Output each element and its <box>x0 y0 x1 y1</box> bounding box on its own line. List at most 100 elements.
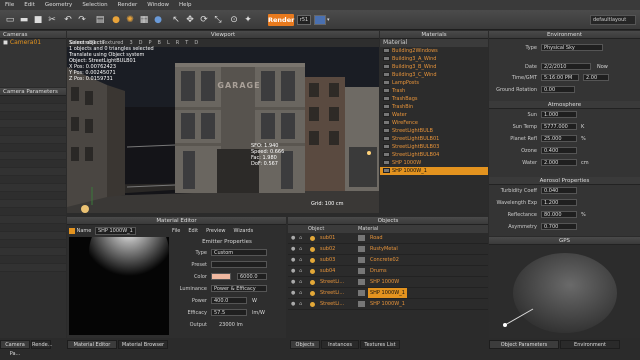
menu-help[interactable]: Help <box>174 2 197 8</box>
object-material[interactable]: Road <box>368 233 385 243</box>
display-icon[interactable] <box>314 15 326 25</box>
material-item[interactable]: TrashBags <box>380 95 488 103</box>
object-material[interactable]: Drums <box>368 266 389 276</box>
object-material[interactable]: SHP 1000W <box>368 277 401 287</box>
menu-geometry[interactable]: Geometry <box>40 2 77 8</box>
material-item[interactable]: StreetLightBULB04 <box>380 151 488 159</box>
menu-render[interactable]: Render <box>113 2 143 8</box>
luminance-select[interactable]: Power & Efficacy <box>211 285 267 292</box>
planet-field[interactable]: 25.000 <box>541 135 577 142</box>
material-item[interactable]: SHP 1000W <box>380 159 488 167</box>
visibility-icon[interactable]: ● <box>291 288 295 298</box>
preset-select[interactable] <box>211 261 267 268</box>
lock-icon[interactable]: ⌂ <box>299 299 302 309</box>
menu-file[interactable]: File <box>0 2 19 8</box>
power-field[interactable]: 400.0 <box>211 297 247 304</box>
object-row[interactable]: ● ⌂ sub03 Concrete02 <box>288 255 488 266</box>
layout-select[interactable]: defaultlayout <box>590 15 636 25</box>
color-swatch[interactable] <box>211 273 231 280</box>
bottom-tab[interactable]: Object Parameters <box>489 340 559 349</box>
editor-menu-wizards[interactable]: Wizards <box>234 227 254 235</box>
ozone-field[interactable]: 0.400 <box>541 147 577 154</box>
lock-icon[interactable]: ⌂ <box>299 244 302 254</box>
material-item[interactable]: Building3_C_Wind <box>380 71 488 79</box>
sun-field[interactable]: 1.000 <box>541 111 577 118</box>
menu-edit[interactable]: Edit <box>19 2 40 8</box>
bottom-tab[interactable]: Instances <box>321 340 359 349</box>
viewport-panel[interactable]: Viewport Camera01 Textured 3 D P B L R T D <box>67 31 379 213</box>
editor-menu-file[interactable]: File <box>172 227 180 235</box>
lock-icon[interactable]: ⌂ <box>299 266 302 276</box>
visibility-icon[interactable]: ● <box>291 299 295 309</box>
lock-icon[interactable]: ⌂ <box>299 233 302 243</box>
material-item[interactable]: LampPosts <box>380 79 488 87</box>
gmt-field[interactable]: 2.00 <box>583 74 609 81</box>
material-item[interactable]: TrashBin <box>380 103 488 111</box>
lock-icon[interactable]: ⌂ <box>299 288 302 298</box>
bottom-tab[interactable]: Environment <box>560 340 620 349</box>
bottom-tab[interactable]: Rende... <box>31 340 53 349</box>
material-item[interactable]: Building3_A_Wind <box>380 55 488 63</box>
visibility-icon[interactable]: ● <box>291 233 295 243</box>
environment-icon[interactable]: ● <box>152 14 164 26</box>
material-item[interactable]: WireFence <box>380 119 488 127</box>
object-material[interactable]: Concrete02 <box>368 255 401 265</box>
material-item[interactable]: Building2Windows <box>380 47 488 55</box>
resolution-button[interactable]: r51 <box>297 15 311 25</box>
open-folder-icon[interactable]: ▬ <box>18 14 30 26</box>
chevron-down-icon[interactable]: ▾ <box>327 15 333 25</box>
object-material[interactable]: RustyMetal <box>368 244 400 254</box>
bottom-tab[interactable]: Material Browser <box>118 340 168 349</box>
time-field[interactable]: 5:16:00 PM <box>541 74 579 81</box>
date-field[interactable]: 2/2/2010 <box>541 63 591 70</box>
menu-selection[interactable]: Selection <box>77 2 112 8</box>
select-icon[interactable]: ↖ <box>170 14 182 26</box>
visibility-icon[interactable]: ● <box>291 244 295 254</box>
emitter-type-select[interactable]: Custom <box>211 249 267 256</box>
water-field[interactable]: 2.000 <box>541 159 577 166</box>
pick-icon[interactable]: ✦ <box>242 14 254 26</box>
object-row[interactable]: ● ⌂ sub02 RustyMetal <box>288 244 488 255</box>
cut-icon[interactable]: ✂ <box>46 14 58 26</box>
editor-menu-edit[interactable]: Edit <box>188 227 198 235</box>
scale-icon[interactable]: ⤡ <box>212 14 224 26</box>
object-row[interactable]: ● ⌂ StreetLi... SHP 1000W_1 <box>288 299 488 310</box>
wavelength-field[interactable]: 1.200 <box>541 199 577 206</box>
efficacy-field[interactable]: 57.5 <box>211 309 247 316</box>
material-item[interactable]: Water <box>380 111 488 119</box>
asym-field[interactable]: 0.700 <box>541 223 577 230</box>
material-item[interactable]: StreetLightBULB01 <box>380 135 488 143</box>
light-icon[interactable]: ✺ <box>124 14 136 26</box>
material-item[interactable]: Building3_B_Wind <box>380 63 488 71</box>
material-name-field[interactable]: SHP 1000W_1 <box>94 227 136 235</box>
save-icon[interactable]: ■ <box>32 14 44 26</box>
new-file-icon[interactable]: ▭ <box>4 14 16 26</box>
turbidity-field[interactable]: 0.040 <box>541 187 577 194</box>
import-icon[interactable]: ▤ <box>94 14 106 26</box>
material-item[interactable]: SHP 1000W_1 <box>380 167 488 175</box>
bottom-tab[interactable]: Objects <box>290 340 320 349</box>
texture-icon[interactable]: ▦ <box>138 14 150 26</box>
lock-icon[interactable]: ⌂ <box>299 255 302 265</box>
gps-globe[interactable] <box>489 245 640 338</box>
object-material[interactable]: SHP 1000W_1 <box>368 299 407 309</box>
object-row[interactable]: ● ⌂ sub01 Road <box>288 233 488 244</box>
redo-icon[interactable]: ↷ <box>76 14 88 26</box>
material-item[interactable]: Trash <box>380 87 488 95</box>
undo-icon[interactable]: ↶ <box>62 14 74 26</box>
move-icon[interactable]: ✥ <box>184 14 196 26</box>
visibility-icon[interactable]: ● <box>291 255 295 265</box>
sky-type-select[interactable]: Physical Sky <box>541 44 603 51</box>
sphere-material-icon[interactable]: ● <box>110 14 122 26</box>
object-row[interactable]: ● ⌂ StreetLi... SHP 1000W <box>288 277 488 288</box>
material-item[interactable]: StreetLightBULB03 <box>380 143 488 151</box>
object-row[interactable]: ● ⌂ StreetLi... SHP 1000W_1 <box>288 288 488 299</box>
bottom-tab[interactable]: Material Editor <box>67 340 117 349</box>
material-item[interactable]: StreetLightBULB <box>380 127 488 135</box>
lock-icon[interactable]: ⌂ <box>299 277 302 287</box>
suntemp-field[interactable]: 5777.000 <box>541 123 577 130</box>
menu-window[interactable]: Window <box>142 2 174 8</box>
now-button[interactable]: Now <box>597 64 608 70</box>
visibility-icon[interactable]: ● <box>291 266 295 276</box>
focus-icon[interactable]: ⊙ <box>228 14 240 26</box>
